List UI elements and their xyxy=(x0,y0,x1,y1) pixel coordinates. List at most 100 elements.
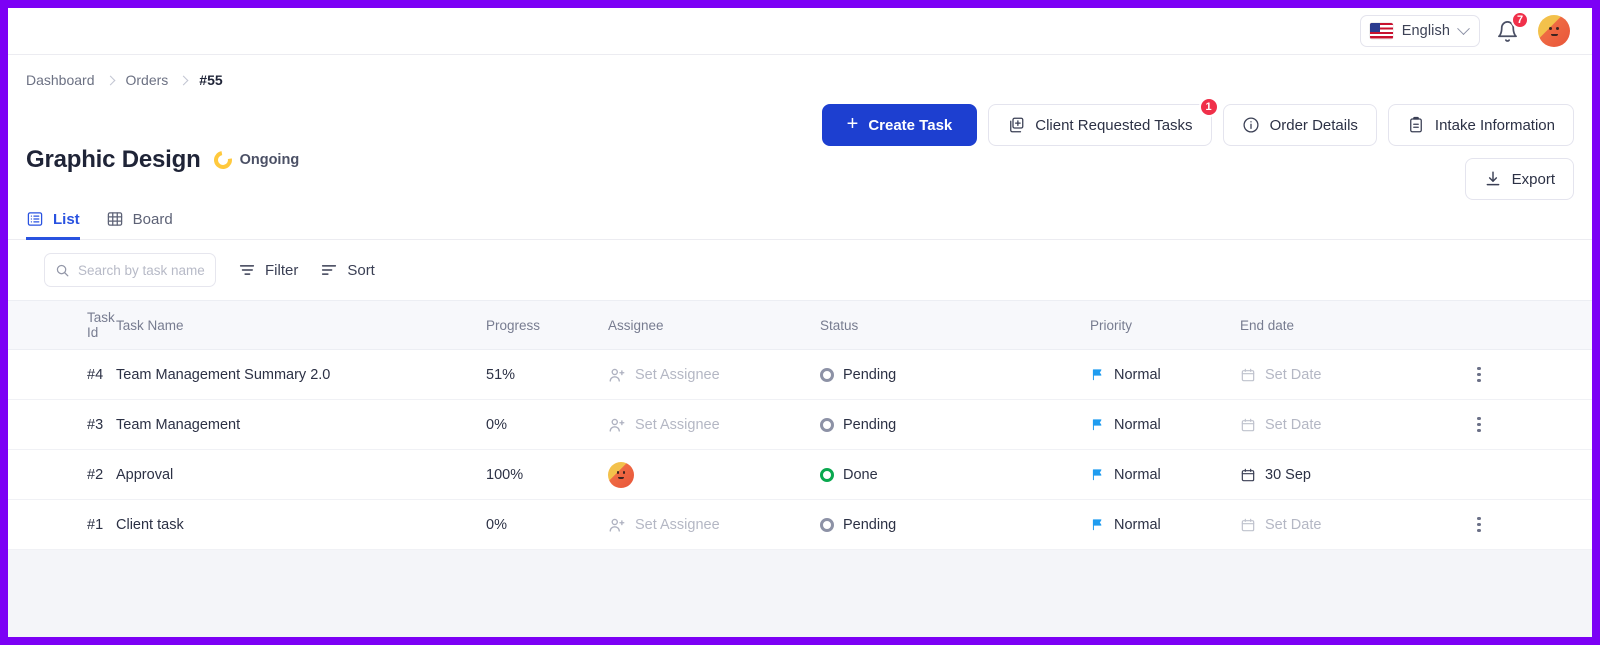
flag-icon xyxy=(1092,519,1102,531)
table-row[interactable]: #1 Client task 0% Set Assignee Pending Normal… xyxy=(8,500,1592,550)
row-menu-button[interactable] xyxy=(1469,514,1489,536)
cell-task-id: #2 xyxy=(87,466,104,483)
row-menu-button[interactable] xyxy=(1469,364,1489,386)
cell-progress: 0% xyxy=(486,516,507,533)
person-add-icon xyxy=(609,418,625,432)
cell-end-date[interactable]: Set Date xyxy=(1240,517,1445,533)
client-requested-tasks-label: Client Requested Tasks xyxy=(1035,116,1193,134)
app-root: English 7 Dashboard Orders #55 Graphic D… xyxy=(8,8,1592,637)
cell-task-name[interactable]: Team Management Summary 2.0 xyxy=(116,367,486,383)
download-icon xyxy=(1486,171,1499,186)
cell-priority[interactable]: Normal xyxy=(1090,517,1240,533)
table-row[interactable]: #3 Team Management 0% Set Assignee Pending No… xyxy=(8,400,1592,450)
flag-icon xyxy=(1092,469,1102,481)
search-box[interactable] xyxy=(44,253,216,287)
chevron-down-icon xyxy=(1457,21,1470,35)
secondary-actions: Export xyxy=(1464,158,1574,200)
breadcrumb-item-dashboard[interactable]: Dashboard xyxy=(26,72,95,88)
language-selector[interactable]: English xyxy=(1359,15,1480,47)
table-row[interactable]: #4 Team Management Summary 2.0 51% Set Assi… xyxy=(8,350,1592,400)
tab-board[interactable]: Board xyxy=(106,210,173,240)
sort-label: Sort xyxy=(347,261,375,279)
create-task-label: Create Task xyxy=(868,116,953,134)
flag-icon xyxy=(1092,419,1102,431)
cell-progress: 51% xyxy=(486,366,516,383)
title-block: Graphic Design Ongoing xyxy=(26,146,299,174)
filter-icon xyxy=(239,265,255,275)
table-row[interactable]: #2 Approval 100% Done Normal 30 Sep xyxy=(8,450,1592,500)
cell-status[interactable]: Pending xyxy=(820,517,1090,533)
column-header-task-id: Task Id xyxy=(87,310,115,340)
notification-badge: 7 xyxy=(1511,11,1529,29)
person-add-icon xyxy=(609,518,625,532)
cell-actions xyxy=(1445,364,1592,386)
cell-end-date[interactable]: 30 Sep xyxy=(1240,467,1445,483)
cell-task-name[interactable]: Client task xyxy=(116,517,486,533)
avatar[interactable] xyxy=(1538,15,1570,47)
us-flag-icon xyxy=(1369,23,1393,39)
cell-priority[interactable]: Normal xyxy=(1090,417,1240,433)
breadcrumb-separator-icon xyxy=(178,75,189,85)
ongoing-donut-icon xyxy=(210,147,236,173)
status-ring-icon xyxy=(820,467,834,482)
search-input[interactable] xyxy=(78,262,205,278)
cell-task-name[interactable]: Approval xyxy=(116,467,486,483)
cell-end-date[interactable]: Set Date xyxy=(1240,417,1445,433)
table-header-row: Task Id Task Name Progress Assignee Stat… xyxy=(8,300,1592,350)
status-label: Ongoing xyxy=(239,152,300,168)
page-header: Graphic Design Ongoing + Create Task Cli… xyxy=(8,88,1592,200)
cell-status[interactable]: Done xyxy=(820,467,1090,483)
cell-assignee[interactable]: Set Assignee xyxy=(608,366,820,384)
breadcrumb-separator-icon xyxy=(105,75,115,85)
row-menu-button[interactable] xyxy=(1469,414,1489,436)
cell-end-date[interactable]: Set Date xyxy=(1240,367,1445,383)
assignee-label: Set Assignee xyxy=(635,416,720,433)
column-header-end-date: End date xyxy=(1240,317,1295,333)
column-header-priority: Priority xyxy=(1090,317,1133,333)
info-circle-icon xyxy=(1243,117,1259,133)
priority-label: Normal xyxy=(1114,416,1161,433)
grid-view-icon xyxy=(107,212,122,226)
cell-status[interactable]: Pending xyxy=(820,417,1090,433)
status-label: Pending xyxy=(843,516,897,533)
breadcrumb-item-orders[interactable]: Orders xyxy=(126,72,169,88)
top-bar: English 7 xyxy=(8,8,1592,55)
filter-button[interactable]: Filter xyxy=(238,261,298,279)
status-ring-icon xyxy=(820,417,834,432)
calendar-icon xyxy=(1241,418,1255,431)
status-ring-icon xyxy=(820,517,834,532)
intake-information-button[interactable]: Intake Information xyxy=(1387,104,1574,146)
tab-list-label: List xyxy=(53,210,80,228)
cell-priority[interactable]: Normal xyxy=(1090,467,1240,483)
sort-button[interactable]: Sort xyxy=(320,261,375,279)
cell-assignee[interactable]: Set Assignee xyxy=(608,516,820,534)
create-task-button[interactable]: + Create Task xyxy=(821,104,978,146)
order-details-button[interactable]: Order Details xyxy=(1222,104,1377,146)
column-header-status: Status xyxy=(820,317,859,333)
tab-board-label: Board xyxy=(132,210,173,228)
notifications-button[interactable]: 7 xyxy=(1496,11,1529,46)
cell-status[interactable]: Pending xyxy=(820,367,1090,383)
cell-assignee[interactable] xyxy=(608,461,820,488)
calendar-icon xyxy=(1241,368,1255,381)
export-button[interactable]: Export xyxy=(1464,158,1574,200)
intake-information-label: Intake Information xyxy=(1434,116,1555,134)
priority-label: Normal xyxy=(1114,516,1161,533)
breadcrumb: Dashboard Orders #55 xyxy=(8,55,1592,88)
header-actions: + Create Task Client Requested Tasks 1 O… xyxy=(821,97,1574,146)
priority-label: Normal xyxy=(1114,466,1161,483)
column-header-task-name: Task Name xyxy=(116,317,184,333)
cell-task-id: #3 xyxy=(87,416,104,433)
cell-priority[interactable]: Normal xyxy=(1090,367,1240,383)
client-requested-tasks-badge: 1 xyxy=(1198,97,1219,117)
breadcrumb-item-current: #55 xyxy=(199,72,223,88)
language-label: English xyxy=(1401,23,1450,39)
assignee-avatar[interactable] xyxy=(608,461,634,488)
cell-task-name[interactable]: Team Management xyxy=(116,417,486,433)
end-date-label: Set Date xyxy=(1265,516,1322,533)
assignee-label: Set Assignee xyxy=(635,516,720,533)
client-requested-tasks-button[interactable]: Client Requested Tasks 1 xyxy=(988,97,1219,146)
status-label: Done xyxy=(843,466,878,483)
tab-list[interactable]: List xyxy=(26,210,80,240)
cell-assignee[interactable]: Set Assignee xyxy=(608,416,820,434)
